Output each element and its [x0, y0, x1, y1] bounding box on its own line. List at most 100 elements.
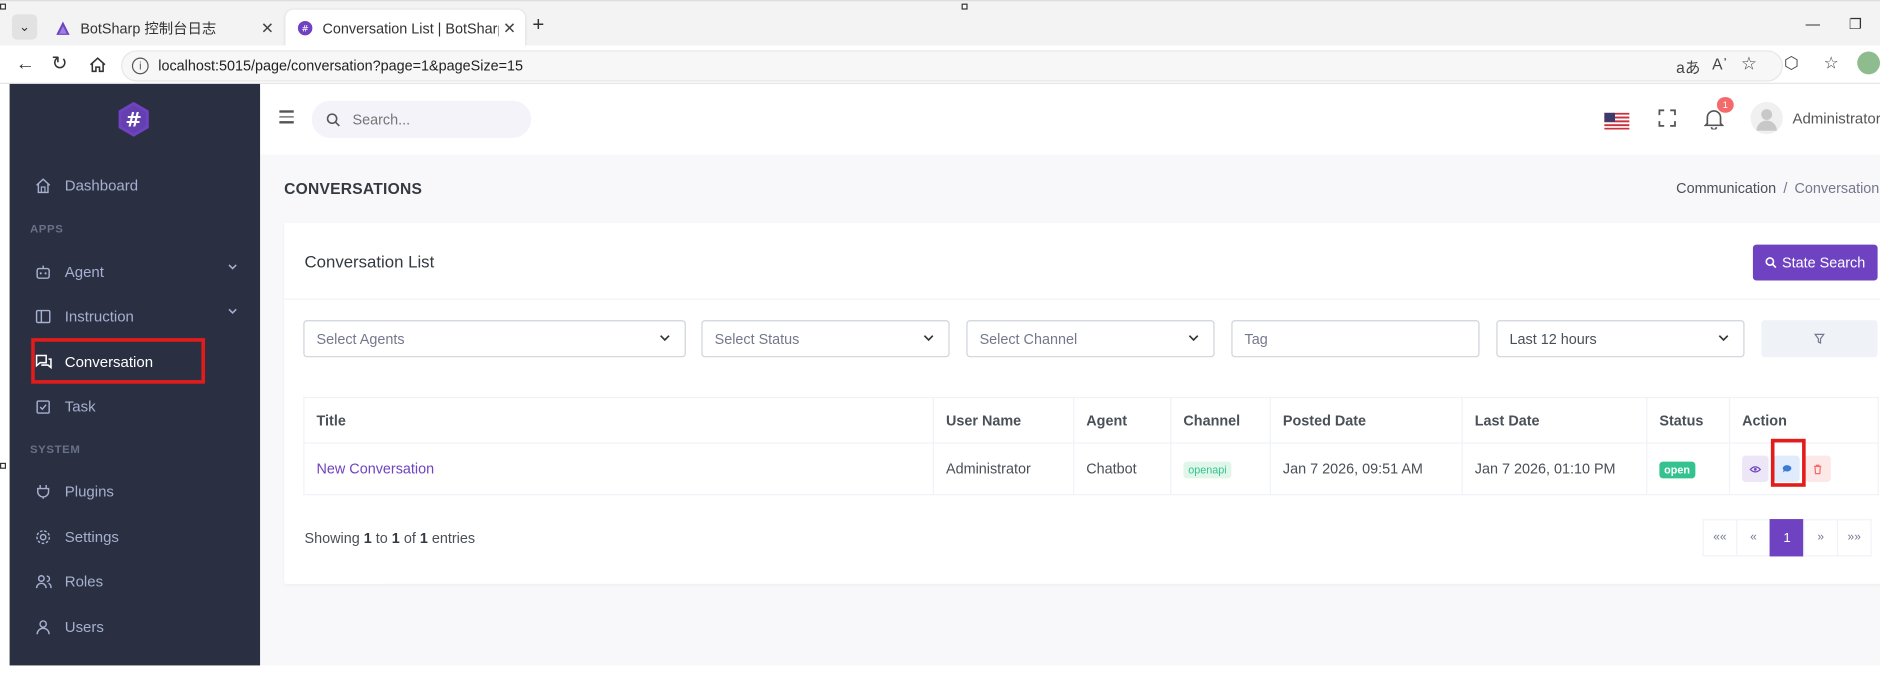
user-avatar[interactable]: [1750, 101, 1783, 135]
sidebar-item-task[interactable]: Task: [34, 392, 238, 421]
column-header-user-name: User Name: [932, 396, 1075, 444]
table-header-row: Title User Name Agent Channel Posted Dat…: [303, 396, 1879, 444]
cell-last-date: Jan 7 2026, 01:10 PM: [1461, 442, 1648, 496]
url-field[interactable]: i localhost:5015/page/conversation?page=…: [121, 50, 1783, 82]
sidebar-section-system: SYSTEM: [29, 443, 81, 457]
showing-of-word: of: [403, 529, 416, 547]
select-agents-dropdown[interactable]: Select Agents: [303, 320, 686, 358]
pagination-next[interactable]: »: [1803, 519, 1839, 557]
sidebar-item-plugins[interactable]: Plugins: [34, 477, 238, 506]
conversation-title-link[interactable]: New Conversation: [317, 460, 435, 477]
home-icon[interactable]: [89, 56, 107, 73]
showing-prefix: Showing: [304, 529, 360, 547]
user-name[interactable]: Administrator: [1792, 110, 1880, 127]
selection-handle: [0, 3, 6, 10]
chevron-down-icon: [1718, 335, 1729, 342]
restore-icon[interactable]: ❐: [1849, 16, 1862, 33]
tag-input[interactable]: Tag: [1231, 320, 1480, 358]
plug-icon: [34, 482, 53, 501]
column-header-posted-date: Posted Date: [1269, 396, 1463, 444]
info-icon[interactable]: i: [131, 57, 149, 75]
home-icon: [34, 176, 53, 195]
delete-button[interactable]: [1804, 455, 1831, 482]
pagination-last[interactable]: »»: [1836, 519, 1872, 557]
close-icon[interactable]: ✕: [499, 19, 521, 38]
reload-icon[interactable]: ↻: [52, 54, 68, 76]
pagination-page-1[interactable]: 1: [1769, 519, 1805, 557]
favorite-star-icon[interactable]: ☆: [1741, 53, 1757, 74]
svg-text:#: #: [301, 25, 308, 35]
botsharp-favicon-icon: #: [297, 20, 313, 36]
pagination-prev[interactable]: «: [1736, 519, 1771, 557]
state-search-button[interactable]: State Search: [1752, 244, 1878, 281]
browser-tab-conversation-list[interactable]: # Conversation List | BotSharp - Das ✕: [285, 9, 526, 47]
breadcrumb-parent[interactable]: Communication: [1676, 180, 1776, 197]
breadcrumb: Communication / Conversation: [1676, 180, 1879, 197]
back-arrow-icon[interactable]: ←: [16, 54, 35, 76]
select-status-dropdown[interactable]: Select Status: [701, 320, 950, 358]
channel-badge: openapi: [1183, 461, 1232, 478]
close-icon[interactable]: ✕: [257, 19, 279, 38]
filter-button[interactable]: [1761, 320, 1878, 358]
notification-badge: 1: [1716, 97, 1734, 113]
showing-to: 1: [391, 529, 400, 547]
read-aloud-icon[interactable]: A᾽: [1712, 55, 1728, 73]
us-flag-icon[interactable]: [1604, 112, 1630, 130]
sidebar-item-users[interactable]: Users: [34, 613, 238, 642]
default-user-icon: [1756, 109, 1777, 131]
sidebar-item-label: Roles: [64, 573, 104, 590]
sidebar-item-agent[interactable]: Agent: [34, 258, 238, 287]
breadcrumb-current: Conversation: [1794, 179, 1880, 197]
view-button[interactable]: [1742, 455, 1769, 482]
fullscreen-icon[interactable]: [1658, 109, 1676, 127]
search-input[interactable]: [352, 110, 509, 128]
breadcrumb-separator: /: [1783, 179, 1788, 197]
search-icon: [326, 112, 340, 126]
tab-list-button[interactable]: ⌄: [11, 14, 38, 40]
extensions-icon[interactable]: ⬡: [1784, 53, 1799, 73]
profile-avatar[interactable]: [1857, 51, 1880, 75]
pagination-summary: Showing 1 to 1 of 1 entries: [305, 530, 476, 547]
sidebar-section-apps: APPS: [29, 223, 64, 237]
select-channel-dropdown[interactable]: Select Channel: [966, 320, 1215, 358]
roles-icon: [34, 572, 53, 591]
chevron-down-icon: [1188, 335, 1199, 342]
minimize-icon[interactable]: —: [1806, 16, 1820, 33]
sidebar-item-label: Instruction: [64, 308, 134, 325]
column-header-channel: Channel: [1170, 396, 1271, 444]
sidebar-item-label: Task: [64, 398, 96, 415]
select-status-value: Select Status: [714, 330, 800, 348]
chevron-down-icon: [923, 335, 934, 342]
hamburger-menu-icon[interactable]: [279, 110, 294, 124]
select-agents-value: Select Agents: [316, 330, 405, 348]
sidebar-item-roles[interactable]: Roles: [34, 567, 238, 596]
sidebar-item-instruction[interactable]: Instruction: [34, 302, 238, 331]
column-header-action: Action: [1728, 396, 1879, 444]
favorites-icon[interactable]: ☆: [1824, 53, 1839, 73]
filter-icon: [1814, 333, 1825, 344]
pagination-first[interactable]: ««: [1702, 519, 1738, 557]
column-header-last-date: Last Date: [1461, 396, 1648, 444]
cell-user-name: Administrator: [932, 442, 1075, 496]
card-title: Conversation List: [304, 251, 435, 271]
translate-icon[interactable]: aあ: [1676, 55, 1700, 78]
column-header-agent: Agent: [1073, 396, 1172, 444]
selection-handle: [0, 462, 6, 469]
conversation-table: Title User Name Agent Channel Posted Dat…: [303, 396, 1879, 496]
gear-icon: [34, 528, 53, 547]
time-range-value: Last 12 hours: [1509, 330, 1597, 348]
trash-icon: [1814, 464, 1822, 474]
botsharp-logo-icon[interactable]: #: [115, 101, 152, 138]
clipboard-icon: [34, 397, 53, 416]
tag-placeholder: Tag: [1244, 330, 1268, 348]
sidebar-item-dashboard[interactable]: Dashboard: [34, 171, 238, 200]
card-divider: [284, 298, 1880, 300]
browser-tab-console[interactable]: BotSharp 控制台日志 ✕: [43, 10, 283, 47]
triangle-logo-icon: [56, 21, 70, 35]
time-range-dropdown[interactable]: Last 12 hours: [1496, 320, 1745, 358]
showing-suffix: entries: [431, 529, 476, 547]
new-tab-icon[interactable]: +: [532, 14, 544, 36]
browser-tab-bar: ⌄ BotSharp 控制台日志 ✕ # Conversation List |…: [0, 0, 1880, 47]
sidebar-item-settings[interactable]: Settings: [34, 523, 238, 552]
sidebar-item-label: Agent: [64, 263, 104, 281]
